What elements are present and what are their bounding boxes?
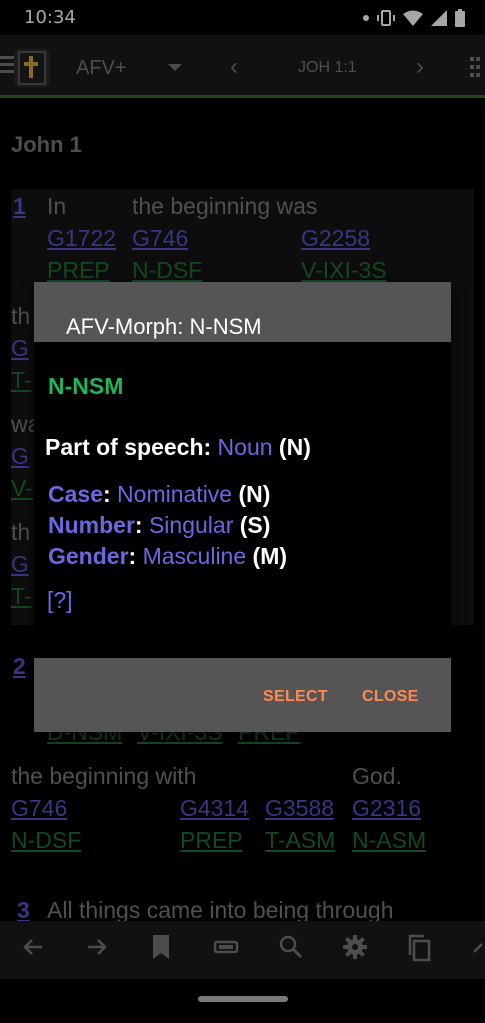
help-link[interactable]: [?] bbox=[47, 587, 73, 614]
gender-value[interactable]: Masculine bbox=[143, 543, 247, 569]
select-button[interactable]: SELECT bbox=[263, 688, 328, 706]
case-row: Case: Nominative (N) bbox=[48, 481, 270, 508]
gender-label[interactable]: Gender bbox=[48, 543, 129, 569]
number-abbr: (S) bbox=[239, 512, 271, 538]
morph-dialog: AFV-Morph: N-NSM N-NSM Part of speech: N… bbox=[34, 282, 451, 732]
case-abbr: (N) bbox=[238, 481, 271, 507]
number-value[interactable]: Singular bbox=[149, 512, 233, 538]
part-of-speech-abbr: (N) bbox=[278, 434, 311, 460]
number-label[interactable]: Number bbox=[48, 512, 135, 538]
number-row: Number: Singular (S) bbox=[48, 512, 270, 539]
morph-code: N-NSM bbox=[48, 373, 124, 399]
colon: : bbox=[102, 481, 111, 507]
colon: : bbox=[134, 512, 143, 538]
part-of-speech-row: Part of speech: Noun (N) bbox=[45, 434, 311, 461]
dialog-actions: SELECT CLOSE bbox=[34, 658, 451, 732]
gender-row: Gender: Masculine (M) bbox=[48, 543, 287, 570]
colon: : bbox=[128, 543, 137, 569]
case-label[interactable]: Case bbox=[48, 481, 103, 507]
part-of-speech-value[interactable]: Noun bbox=[218, 434, 273, 460]
part-of-speech-label: Part of speech: bbox=[45, 434, 212, 460]
dialog-title: AFV-Morph: N-NSM bbox=[66, 314, 262, 339]
close-button[interactable]: CLOSE bbox=[362, 688, 419, 706]
case-value[interactable]: Nominative bbox=[117, 481, 232, 507]
gender-abbr: (M) bbox=[252, 543, 288, 569]
